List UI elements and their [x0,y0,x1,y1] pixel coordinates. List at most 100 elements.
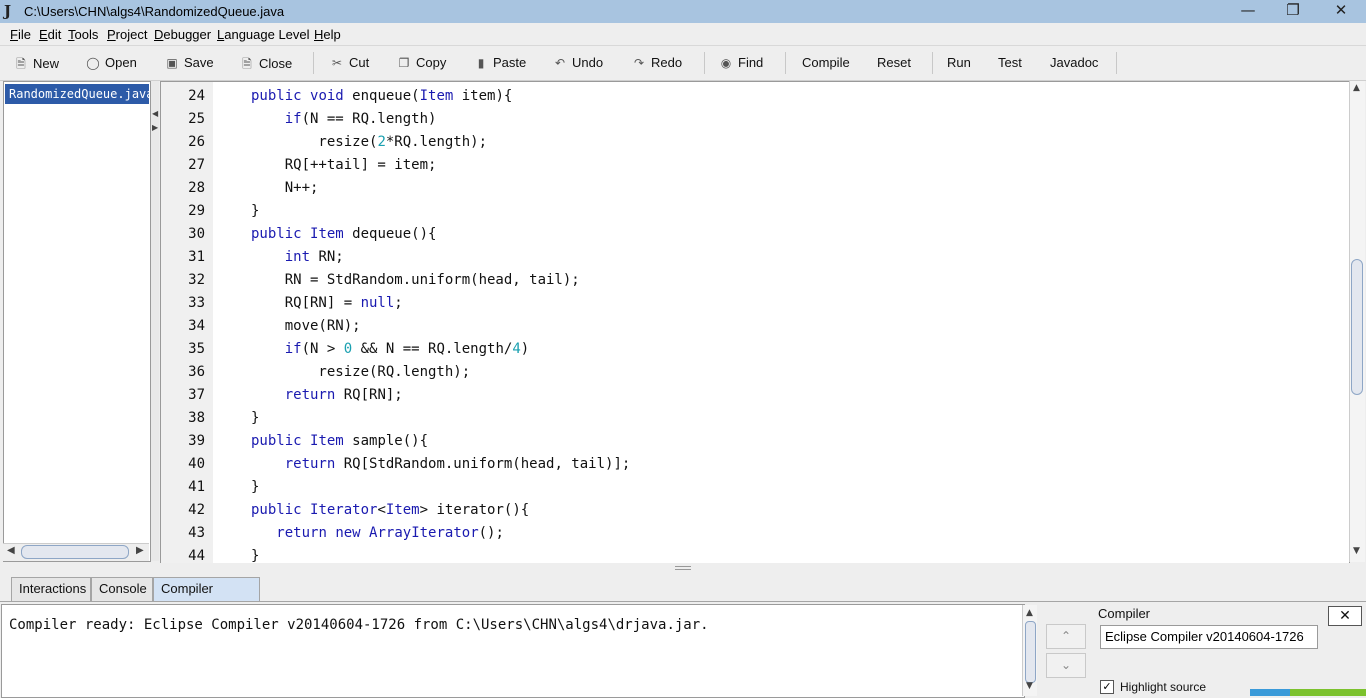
document-list-scroll-thumb[interactable] [21,545,129,559]
splitter-grip[interactable] [675,566,691,570]
code-line[interactable]: return RQ[RN]; [251,387,403,403]
next-error-button[interactable]: ⌄ [1046,653,1086,678]
redo-button[interactable]: ↷ Redo [632,55,682,70]
scroll-down-icon[interactable]: ▼ [1353,546,1360,556]
code-line[interactable]: RQ[RN] = null; [251,295,403,311]
code-editor[interactable]: 24 25 26 27 28 29 30 31 32 33 34 35 36 37 38 39 40 41 42 43… [160,81,1350,564]
menu-bar: File Edit Tools Project Debugger Languag… [0,23,1366,45]
maximize-button[interactable]: ❐ [1270,0,1316,23]
code-line[interactable]: public void enqueue(Item item){ [251,88,512,104]
output-scrollbar[interactable]: ▲ ▼ [1022,605,1037,696]
highlight-source-checkbox[interactable]: ✓ [1100,680,1114,694]
highlight-source-label: Highlight source [1120,680,1207,694]
code-line[interactable]: return RQ[StdRandom.uniform(head, tail)]… [251,456,631,472]
clipboard-icon: ▮ [477,56,485,70]
previous-error-button[interactable]: ⌃ [1046,624,1086,649]
expand-right-icon[interactable]: ▶ [152,123,158,132]
code-line[interactable]: if(N == RQ.length) [251,111,437,127]
tab-console[interactable]: Console [91,577,153,601]
close-panel-button[interactable]: ✕ [1328,606,1362,626]
javadoc-button[interactable]: Javadoc [1050,55,1098,70]
document-list-item[interactable]: RandomizedQueue.java [5,84,149,104]
copy-button[interactable]: ❐ Copy [397,55,447,70]
compiler-output-text: Compiler ready: Eclipse Compiler v201406… [9,617,709,633]
editor-scroll-thumb[interactable] [1351,259,1363,395]
code-line[interactable]: int RN; [251,249,344,265]
save-button[interactable]: ▣ Save [165,55,214,70]
line-number: 40 [188,456,205,472]
line-number: 32 [188,272,205,288]
close-icon: ✕ [1339,608,1351,624]
tab-compiler-output[interactable]: Compiler Output [153,577,260,618]
menu-debugger[interactable]: Debugger [154,27,211,42]
compiler-select-value: Eclipse Compiler v20140604-1726 [1105,629,1304,644]
vertical-splitter[interactable]: ◀ ▶ [151,81,159,561]
scroll-up-icon[interactable]: ▲ [1026,608,1033,618]
code-line[interactable]: } [251,479,259,495]
code-line[interactable]: return new ArrayIterator(); [251,525,504,541]
scroll-right-icon[interactable]: ▶ [136,545,144,556]
open-folder-icon: ◯ [86,56,100,70]
toolbar-separator [313,52,314,74]
save-label: Save [184,55,214,70]
horizontal-splitter[interactable] [0,563,1366,573]
menu-project[interactable]: Project [107,27,147,42]
cut-label: Cut [349,55,370,70]
collapse-left-icon[interactable]: ◀ [152,109,158,118]
find-button[interactable]: ◉ Find [719,55,764,70]
scroll-left-icon[interactable]: ◀ [7,545,15,556]
code-line[interactable]: N++; [251,180,319,196]
code-line[interactable]: RQ[++tail] = item; [251,157,437,173]
code-line[interactable]: resize(2*RQ.length); [251,134,487,150]
toolbar-separator [932,52,933,74]
menu-file[interactable]: File [10,27,31,42]
new-button[interactable]: 🗎 New [14,55,59,76]
cut-button[interactable]: ✂ Cut [330,55,369,70]
code-line[interactable]: } [251,410,259,426]
redo-label: Redo [651,55,683,70]
test-button[interactable]: Test [998,55,1022,70]
scroll-up-icon[interactable]: ▲ [1353,83,1360,93]
compile-button[interactable]: Compile [802,55,850,70]
line-number-gutter: 24 25 26 27 28 29 30 31 32 33 34 35 36 37 38 39 40 41 42 43… [161,82,213,563]
save-icon: ▣ [166,56,178,70]
compiler-output-pane[interactable]: Compiler ready: Eclipse Compiler v201406… [1,604,1025,698]
code-line[interactable]: public Item dequeue(){ [251,226,436,242]
menu-language-level[interactable]: Language Level [217,27,310,42]
close-window-button[interactable]: ✕ [1318,0,1364,23]
minimize-button[interactable]: — [1225,0,1271,23]
editor-scrollbar[interactable]: ▲ ▼ [1349,81,1365,562]
output-scroll-thumb[interactable] [1025,621,1036,683]
reset-button[interactable]: Reset [877,55,911,70]
close-button[interactable]: 🗎 Close [240,55,292,76]
line-number: 42 [188,502,205,518]
document-list-scrollbar[interactable]: ◀ ▶ [3,543,149,561]
menu-edit[interactable]: Edit [39,27,61,42]
code-line[interactable]: resize(RQ.length); [251,364,470,380]
tab-interactions[interactable]: Interactions [11,577,91,601]
code-line[interactable]: public Item sample(){ [251,433,428,449]
run-button[interactable]: Run [947,55,971,70]
app-icon: J [4,2,12,20]
line-number: 35 [188,341,205,357]
undo-button[interactable]: ↶ Undo [553,55,603,70]
paste-button[interactable]: ▮ Paste [474,55,527,70]
code-line[interactable]: RN = StdRandom.uniform(head, tail); [251,272,580,288]
window-title: C:\Users\CHN\algs4\RandomizedQueue.java [24,4,285,19]
code-line[interactable]: public Iterator<Item> iterator(){ [251,502,529,518]
menu-help[interactable]: Help [314,27,341,42]
open-button[interactable]: ◯ Open [86,55,137,70]
menu-tools[interactable]: Tools [68,27,98,42]
undo-icon: ↶ [554,56,566,70]
code-line[interactable]: move(RN); [251,318,361,334]
line-number: 26 [188,134,205,150]
compiler-select[interactable]: Eclipse Compiler v20140604-1726 ▼ [1100,625,1318,649]
chevron-down-icon: ⌄ [1060,658,1072,672]
new-label: New [33,56,60,71]
scroll-down-icon[interactable]: ▼ [1026,681,1033,691]
code-line[interactable]: } [251,203,259,219]
line-number: 29 [188,203,205,219]
code-line[interactable]: } [251,548,259,563]
copy-icon: ❐ [398,56,410,70]
code-line[interactable]: if(N > 0 && N == RQ.length/4) [251,341,529,357]
